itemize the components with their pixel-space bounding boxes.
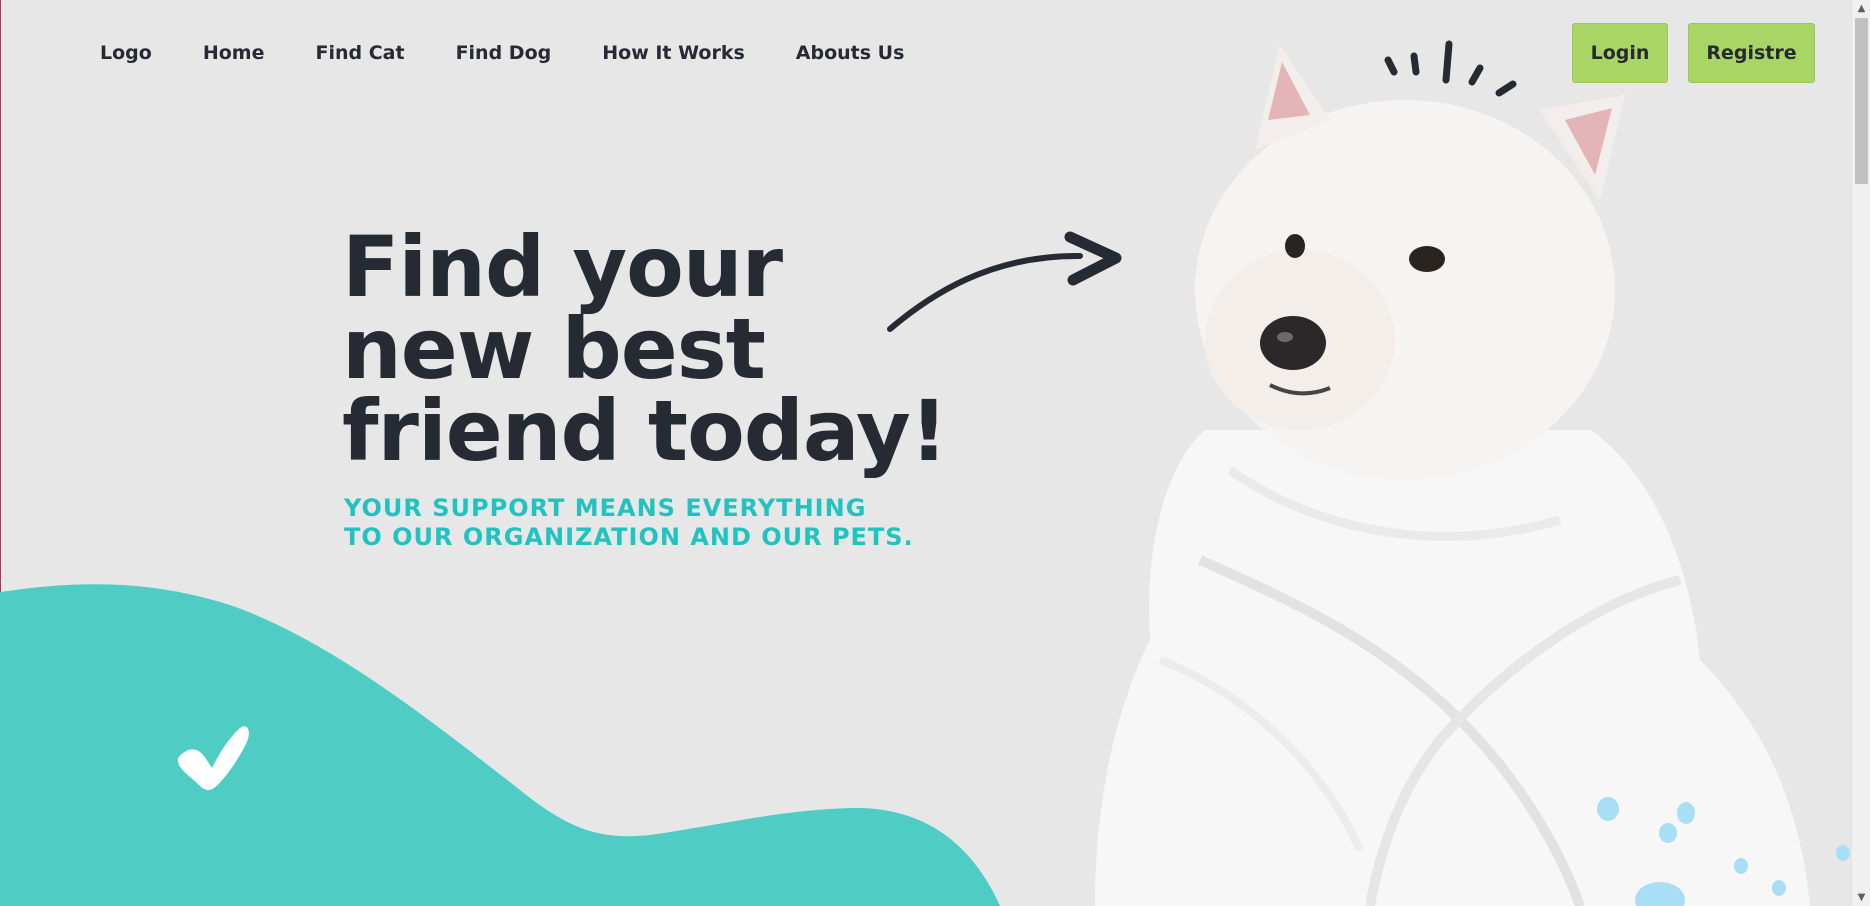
scrollbar-thumb[interactable]	[1855, 18, 1868, 184]
scroll-up-icon[interactable]: ▲	[1852, 0, 1870, 17]
hero-subtitle: YOUR SUPPORT MEANS EVERYTHING TO OUR ORG…	[344, 494, 914, 552]
login-button[interactable]: Login	[1572, 23, 1668, 83]
nav-find-dog[interactable]: Find Dog	[456, 40, 552, 66]
nav-home[interactable]: Home	[203, 40, 265, 66]
headline-line: friend today!	[342, 382, 948, 480]
main-nav: Logo Home Find Cat Find Dog How It Works…	[100, 40, 955, 66]
sparkle-lines-icon	[1384, 40, 1517, 97]
hero-headline: Find your new best friend today!	[342, 218, 948, 480]
register-button[interactable]: Registre	[1688, 23, 1815, 83]
nav-find-cat[interactable]: Find Cat	[315, 40, 404, 66]
scroll-down-icon[interactable]: ▼	[1852, 889, 1870, 906]
headline-line: new best	[342, 300, 766, 398]
subtitle-line: TO OUR ORGANIZATION AND OUR PETS.	[344, 523, 914, 551]
nav-how-it-works[interactable]: How It Works	[602, 40, 745, 66]
nav-abouts-us[interactable]: Abouts Us	[796, 40, 905, 66]
subtitle-line: YOUR SUPPORT MEANS EVERYTHING	[344, 494, 867, 522]
nav-logo[interactable]: Logo	[100, 40, 152, 66]
vertical-scrollbar[interactable]: ▲ ▼	[1851, 0, 1870, 906]
headline-line: Find your	[342, 218, 783, 316]
